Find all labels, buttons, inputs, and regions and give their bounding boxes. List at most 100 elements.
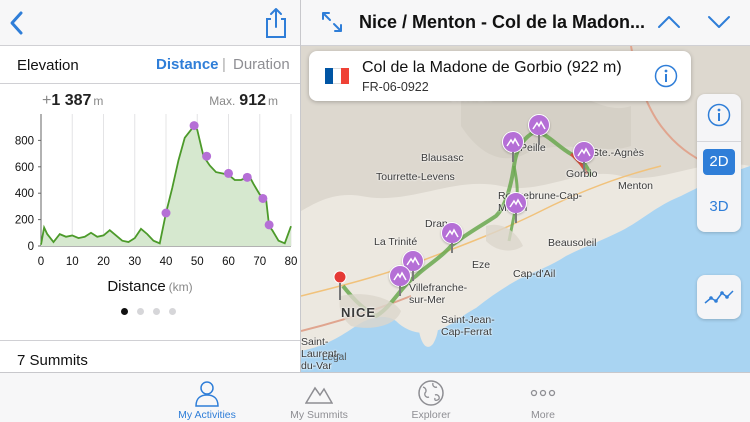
map-label-beausoleil: Beausoleil [548,237,597,249]
tab-explorer[interactable]: Explorer [371,373,491,422]
tab-my-summits[interactable]: My Summits [259,373,379,422]
map-label-menton: Menton [618,180,654,192]
x-axis-title: Distance [107,278,166,295]
tab-separator: | [222,56,226,73]
globe-icon [418,380,444,406]
y-tick-label: 200 [15,215,34,227]
y-tick-label: 800 [15,135,34,147]
view-3d-button[interactable]: 3D [703,194,735,220]
france-flag-icon [325,68,349,84]
max-unit: m [268,94,278,108]
summit-point[interactable] [189,121,199,131]
mountain-icon [577,147,591,157]
summit-marker[interactable] [502,131,524,162]
mountain-icon [393,271,407,281]
mountain-icon [445,228,459,238]
map-header: Nice / Menton - Col de la Madon... [301,0,750,46]
map-label-blausasc: Blausasc [421,152,464,164]
elevation-gain: +1 387 m [42,92,103,110]
map-controls: 2D 3D [697,94,741,232]
page-dot[interactable] [153,308,160,315]
tab-my-activities[interactable]: My Activities [147,373,267,422]
map-label-cap-dail: Cap-d'Ail [513,268,556,280]
x-tick-label: 70 [253,256,266,268]
tab-bar: My Activities My Summits Explorer More [0,372,750,422]
gain-value: 1 387 [51,92,92,109]
legal-link[interactable]: Legal [322,352,346,363]
elevation-label: Elevation [17,57,79,74]
divider [697,141,741,142]
mountain-icon [506,137,520,147]
tab-duration[interactable]: Duration [233,56,290,73]
chevron-down-icon[interactable] [707,12,731,32]
x-tick-label: 30 [128,256,141,268]
chevron-up-icon[interactable] [657,12,681,32]
summit-marker[interactable] [505,192,527,223]
x-tick-label: 80 [285,256,298,268]
tab-label: My Summits [290,409,348,421]
summits-count: 7 Summits [17,352,88,369]
flag-stripe [341,68,349,84]
summit-point[interactable] [258,193,268,203]
info-icon[interactable] [654,64,678,88]
tab-label: Explorer [411,409,451,421]
mountain-icon [305,386,333,404]
map-label-tourrette-levens: Tourrette-Levens [376,171,455,183]
x-tick-label: 40 [160,256,173,268]
y-tick-label: 600 [15,162,34,174]
mountain-icon [509,198,523,208]
summit-marker[interactable] [441,222,463,253]
summit-marker[interactable] [528,114,550,145]
page-dot[interactable] [121,308,128,315]
tab-label: More [531,409,555,421]
start-pin-icon[interactable] [332,270,348,300]
mountain-icon [406,256,420,266]
route-title: Nice / Menton - Col de la Madon... [359,12,646,32]
summit-name: Col de la Madone de Gorbio (922 m) [362,59,622,76]
flag-stripe [325,68,333,84]
max-elevation: Max. 912 m [209,92,278,110]
chevron-left-icon[interactable] [6,9,28,37]
map-label-nice: NICE [341,305,377,320]
x-axis-unit: (km) [168,280,193,294]
profile-tabs: Elevation Distance | Duration [0,46,300,84]
share-icon[interactable] [263,7,289,39]
person-icon [195,381,219,407]
summit-point[interactable] [242,172,252,182]
left-toolbar [0,0,300,46]
info-icon[interactable] [707,103,731,127]
summit-marker[interactable] [389,265,411,296]
x-tick-label: 10 [66,256,79,268]
summits-row[interactable]: 7 Summits [0,340,300,372]
summit-point[interactable] [264,220,274,230]
x-tick-label: 50 [191,256,204,268]
more-icon [530,389,556,397]
summit-info-card[interactable]: Col de la Madone de Gorbio (922 m) FR-06… [309,51,691,101]
elevation-profile-button[interactable] [697,275,741,319]
y-tick-label: 0 [28,241,34,253]
page-dot[interactable] [137,308,144,315]
summit-point[interactable] [202,151,212,161]
summit-point[interactable] [224,168,233,178]
summit-marker[interactable] [573,141,595,172]
x-tick-label: 20 [97,256,110,268]
profile-panel: Elevation Distance | Duration +1 387 m Ma… [0,0,301,372]
map-label-st-jean: Saint-Jean-Cap-Ferrat [441,314,495,338]
summit-point[interactable] [161,208,171,218]
map-label-eze: Eze [472,259,491,271]
expand-icon[interactable] [320,10,344,34]
x-tick-label: 60 [222,256,235,268]
elevation-chart[interactable]: 0 200 400 600 800 0 10 20 30 40 50 60 70 80 [0,110,300,270]
map-label-gorbio: Gorbio [566,168,598,180]
map-label-villefranche: Villefranche-sur-Mer [409,282,468,306]
view-2d-button[interactable]: 2D [703,149,735,175]
page-dot[interactable] [169,308,176,315]
tab-more[interactable]: More [483,373,603,422]
x-tick-label: 0 [38,256,44,268]
map-label-la-trinite: La Trinité [374,236,418,248]
tab-distance[interactable]: Distance [156,56,219,73]
max-value: 912 [239,92,266,109]
page-indicator[interactable] [121,308,176,316]
x-axis-label: Distance (km) [0,278,300,295]
map-label-ste-agnes: Ste.-Agnès [592,147,644,159]
